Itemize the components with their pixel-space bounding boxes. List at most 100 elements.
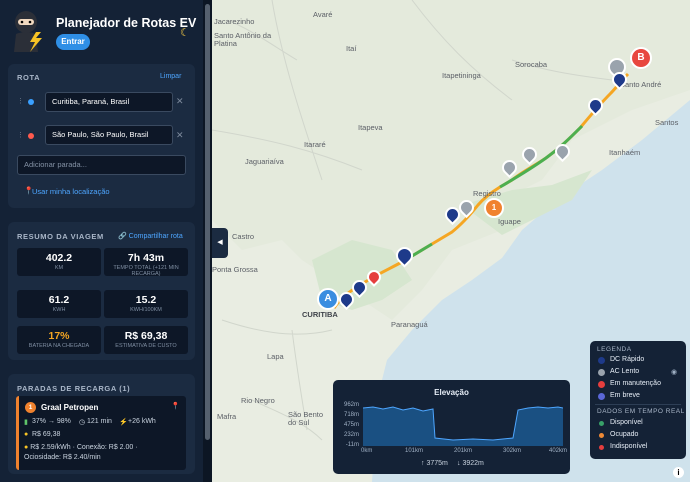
stat-value: 402.2: [45, 252, 73, 264]
charging-stops-panel: PARADAS DE RECARGA (1) 1 Graal Petropen …: [8, 374, 195, 474]
stop-energy: +26 kWh: [128, 418, 156, 425]
stat-label: ESTIMATIVA DE CUSTO: [115, 343, 177, 349]
use-location-link[interactable]: Usar minha localização: [32, 187, 110, 196]
stop-duration: 121 min: [87, 418, 112, 425]
stat-energy: 61.2 KWH: [17, 290, 101, 318]
origin-input[interactable]: Curitiba, Paraná, Brasil: [45, 92, 173, 112]
visibility-eye-icon[interactable]: ◉: [671, 368, 677, 376]
city-label: Jaguariaíva: [245, 157, 284, 166]
app-title: Planejador de Rotas EV: [56, 16, 197, 30]
stat-arrival-battery: 17% BATERIA NA CHEGADA: [17, 326, 101, 354]
stat-label: TEMPO TOTAL (+121 MIN RECARGA): [113, 265, 179, 277]
stat-value: R$ 69,38: [124, 330, 168, 342]
y-tick: 475m: [343, 422, 359, 428]
stat-label: KWH: [52, 307, 66, 313]
city-label: Ponta Grossa: [212, 265, 258, 274]
login-button[interactable]: Entrar: [56, 34, 90, 50]
city-label: Jacarezinho: [214, 17, 255, 26]
stat-value: 17%: [48, 330, 70, 342]
legend-item: Em manutenção: [610, 380, 661, 387]
stop-index-badge: 1: [25, 402, 36, 413]
city-label: Itapeva: [358, 123, 383, 132]
ninja-logo-icon: [14, 11, 42, 52]
legend-item: DC Rápido: [610, 356, 645, 363]
charging-stop-marker[interactable]: 1: [484, 198, 504, 218]
stop-name: Graal Petropen: [41, 403, 99, 412]
legend-item: AC Lento: [610, 368, 640, 375]
share-route-label: Compartilhar rota: [128, 233, 183, 240]
city-label: Itaí: [346, 44, 357, 53]
y-tick: 232m: [343, 432, 359, 438]
dc-fast-icon: [598, 357, 605, 364]
ac-slow-icon: [598, 369, 605, 376]
status-item: Ocupado: [610, 431, 639, 438]
stop-battery: 37% → 98%: [32, 418, 71, 425]
share-route-link[interactable]: 🔗 Compartilhar rota: [118, 232, 183, 240]
elevation-panel: Elevação 962m 718m 475m 232m -11m 0km 10…: [333, 380, 570, 474]
status-item: Indisponível: [610, 443, 648, 450]
clear-origin-icon[interactable]: ✕: [176, 96, 184, 107]
coming-soon-icon: [598, 393, 605, 400]
origin-dot-icon: [28, 99, 34, 105]
city-label: Rio Negro: [241, 396, 275, 405]
y-tick: 962m: [343, 402, 359, 408]
legend-heading: LEGENDA: [597, 346, 632, 353]
destination-dot-icon: [28, 133, 34, 139]
clear-destination-icon[interactable]: ✕: [176, 130, 184, 141]
city-label: Paranaguá: [391, 320, 428, 329]
stop-pricing: R$ 2.59/kWh · Conexão: R$ 2.00 ·: [30, 444, 138, 451]
legend-divider: [595, 404, 681, 405]
stat-distance: 402.2 KM: [17, 248, 101, 276]
stat-total-time: 7h 43m TEMPO TOTAL (+121 MIN RECARGA): [104, 248, 188, 277]
destination-input[interactable]: São Paulo, São Paulo, Brasil: [45, 125, 173, 145]
drag-handle-icon[interactable]: ⋮: [17, 97, 24, 105]
stat-label: KM: [54, 265, 64, 271]
clock-icon: ◷: [79, 419, 86, 426]
available-status-dot: [599, 421, 604, 426]
city-label: Itapetininga: [442, 71, 481, 80]
city-label: Avaré: [313, 10, 333, 19]
route-panel: ROTA Limpar ⋮ Curitiba, Paraná, Brasil ✕…: [8, 64, 195, 208]
city-label: Iguape: [498, 217, 521, 226]
city-label: Registro: [473, 189, 501, 198]
info-button[interactable]: i: [673, 467, 684, 478]
stop-detail-line2: Ociosidade: R$ 2.40/min: [24, 454, 101, 461]
city-label: Sorocaba: [515, 60, 548, 69]
elevation-loss: ↓ 3922m: [457, 460, 484, 467]
stat-label: KWH/100KM: [130, 307, 162, 313]
stat-consumption: 15.2 KWH/100KM: [104, 290, 188, 318]
busy-status-dot: [599, 433, 604, 438]
elevation-chart: [363, 406, 563, 446]
stat-value: 61.2: [48, 294, 70, 306]
battery-icon: ▮: [24, 419, 28, 426]
destination-marker-b[interactable]: B: [630, 47, 652, 69]
sidebar: Planejador de Rotas EV Entrar ☾ ROTA Lim…: [0, 0, 212, 482]
stop-detail-line1: ● R$ 2.59/kWh · Conexão: R$ 2.00 ·: [24, 444, 138, 451]
sidebar-scrollbar[interactable]: [203, 0, 212, 482]
elevation-title: Elevação: [434, 388, 469, 397]
collapse-sidebar-button[interactable]: ◀: [212, 228, 228, 258]
theme-toggle-moon-icon[interactable]: ☾: [180, 26, 190, 39]
x-tick: 201km: [454, 448, 473, 454]
y-tick: -11m: [345, 442, 359, 448]
stops-heading: PARADAS DE RECARGA (1): [17, 384, 131, 393]
city-label: Santos: [655, 118, 679, 127]
maintenance-icon: [598, 381, 605, 388]
charging-stop-card[interactable]: 1 Graal Petropen 📍 ▮ 37% → 98% ◷ 121 min…: [16, 396, 186, 470]
route-heading: ROTA: [17, 73, 41, 82]
money-bag-icon: ●: [24, 431, 29, 438]
stop-cost: R$ 69,38: [32, 431, 61, 438]
city-label: Lapa: [267, 352, 284, 361]
drag-handle-icon[interactable]: ⋮: [17, 131, 24, 139]
elevation-gain: ↑ 3775m: [421, 460, 448, 467]
scrollbar-thumb[interactable]: [205, 4, 210, 440]
summary-heading: RESUMO DA VIAGEM: [17, 232, 104, 241]
legend-item: Em breve: [610, 392, 640, 399]
city-label: Itararé: [304, 140, 326, 149]
origin-marker-a[interactable]: A: [317, 288, 339, 310]
add-stop-input[interactable]: Adicionar parada...: [17, 155, 186, 175]
city-label: Itanhaém: [609, 148, 641, 157]
city-label: São Bento do Sul: [288, 410, 324, 427]
stat-value: 7h 43m: [127, 252, 165, 264]
clear-route-link[interactable]: Limpar: [160, 73, 181, 80]
